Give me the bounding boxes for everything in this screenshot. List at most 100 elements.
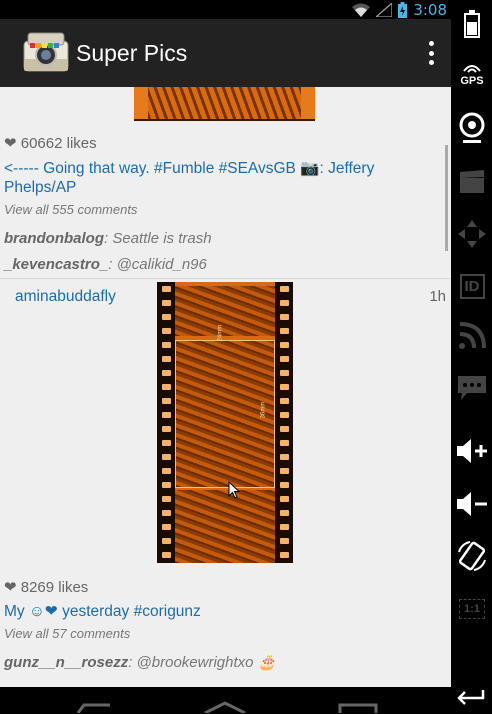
system-navigation-bar [0,687,451,714]
app-title: Super Pics [76,39,188,66]
scale-label: 1:1 [459,599,485,619]
film-perforation [280,398,289,404]
recent-apps-button-icon[interactable] [338,701,378,713]
volume-down-icon[interactable] [456,488,488,520]
post1-comment-1: brandonbalog: Seattle is trash [4,230,212,247]
film-perforation [280,552,289,558]
post2-caption[interactable]: My ☺❤ yesterday #corigunz [4,602,444,621]
wifi-icon [352,3,371,17]
film-perforation [280,286,289,292]
film-perforation [162,300,171,306]
dpad-control-icon[interactable] [456,218,488,250]
comment-text: : @brookewrightxo 🎂 [128,654,277,671]
film-perforation [280,356,289,362]
film-frame-1 [175,286,275,336]
film-perforation [280,524,289,530]
film-frame-3 [175,490,275,563]
comment-text: : Seattle is trash [104,230,212,247]
film-perforation [162,314,171,320]
film-perforation [162,342,171,348]
battery-icon [398,1,408,18]
film-perforation [162,286,171,292]
action-bar: Super Pics [0,19,451,87]
film-perforation [162,510,171,516]
film-mark-36mm: 36mm [260,401,267,419]
film-perforation [280,328,289,334]
status-icons: 3:08 [352,0,447,19]
film-perforation [162,524,171,530]
film-perforation [280,412,289,418]
gps-control-icon[interactable]: GPS [456,58,488,90]
rotate-screen-icon[interactable] [456,540,488,572]
film-mark-24mm: 24mm [217,324,224,342]
overflow-menu-button[interactable] [425,41,437,65]
home-button-icon[interactable] [203,701,247,713]
scale-1to1-icon[interactable]: 1:1 [456,593,488,625]
post1-comment-2: _kevencastro_: @calikid_n96 [4,256,207,273]
post2-likes: ❤ 8269 likes [4,579,89,596]
comment-text: : @calikid_n96 [108,256,207,273]
post1-likes: ❤ 60662 likes [4,135,97,152]
scrollbar[interactable] [445,145,448,251]
feed-list[interactable]: ❤ 60662 likes <----- Going that way. #Fu… [0,87,451,687]
device-id-icon[interactable]: ID [456,270,488,302]
film-perforation [280,342,289,348]
volume-up-icon[interactable] [456,435,488,467]
camera-control-icon[interactable] [456,112,488,144]
back-arrow-icon[interactable] [456,686,488,710]
film-perforation [280,482,289,488]
app-camera-icon[interactable] [22,29,70,77]
comment-user[interactable]: brandonbalog [4,230,104,247]
film-strip-right [275,282,293,563]
network-feed-icon[interactable] [456,320,488,352]
gps-label: GPS [460,75,484,87]
post1-image[interactable] [134,87,315,121]
sms-message-icon[interactable] [456,372,488,404]
film-perforation [162,356,171,362]
comment-user[interactable]: gunz__n__rosezz [4,654,128,671]
film-perforation [162,454,171,460]
video-capture-icon[interactable] [456,166,488,198]
post1-view-comments-link[interactable]: View all 555 comments [4,202,137,217]
film-perforation [162,538,171,544]
film-perforation [280,510,289,516]
film-perforation [280,538,289,544]
film-perforation [280,496,289,502]
film-perforation [162,482,171,488]
film-perforation [162,370,171,376]
film-perforation [162,440,171,446]
film-perforation [280,314,289,320]
post2-time-ago: 1h [429,288,446,305]
film-perforation [162,384,171,390]
mouse-cursor-icon [228,481,240,499]
film-perforation [162,398,171,404]
comment-user[interactable]: _kevencastro_ [4,256,108,273]
status-bar: 3:08 [0,0,451,19]
film-perforation [162,468,171,474]
signal-icon [376,2,393,17]
film-perforation [280,384,289,390]
film-perforation [162,328,171,334]
film-perforation [280,426,289,432]
post-divider [0,278,451,279]
device-id-label: ID [459,273,485,299]
film-perforation [280,454,289,460]
film-perforation [280,300,289,306]
back-button-icon[interactable] [76,701,112,713]
battery-control-icon[interactable] [456,8,488,40]
film-perforation [280,468,289,474]
film-perforation [162,552,171,558]
film-perforation [162,412,171,418]
film-strip-left [157,282,175,563]
post2-username[interactable]: aminabuddafly [15,288,116,306]
film-perforation [162,426,171,432]
post1-caption[interactable]: <----- Going that way. #Fumble #SEAvsGB … [4,159,444,197]
emulator-side-toolbar: GPS ID 1:1 [451,0,492,714]
status-time: 3:08 [413,0,447,19]
film-perforation [280,440,289,446]
post2-image[interactable]: 24mm 36mm [157,282,293,563]
post2-comment-1: gunz__n__rosezz: @brookewrightxo 🎂 [4,653,276,671]
film-perforation [280,370,289,376]
post2-view-comments-link[interactable]: View all 57 comments [4,626,130,641]
film-perforation [162,496,171,502]
